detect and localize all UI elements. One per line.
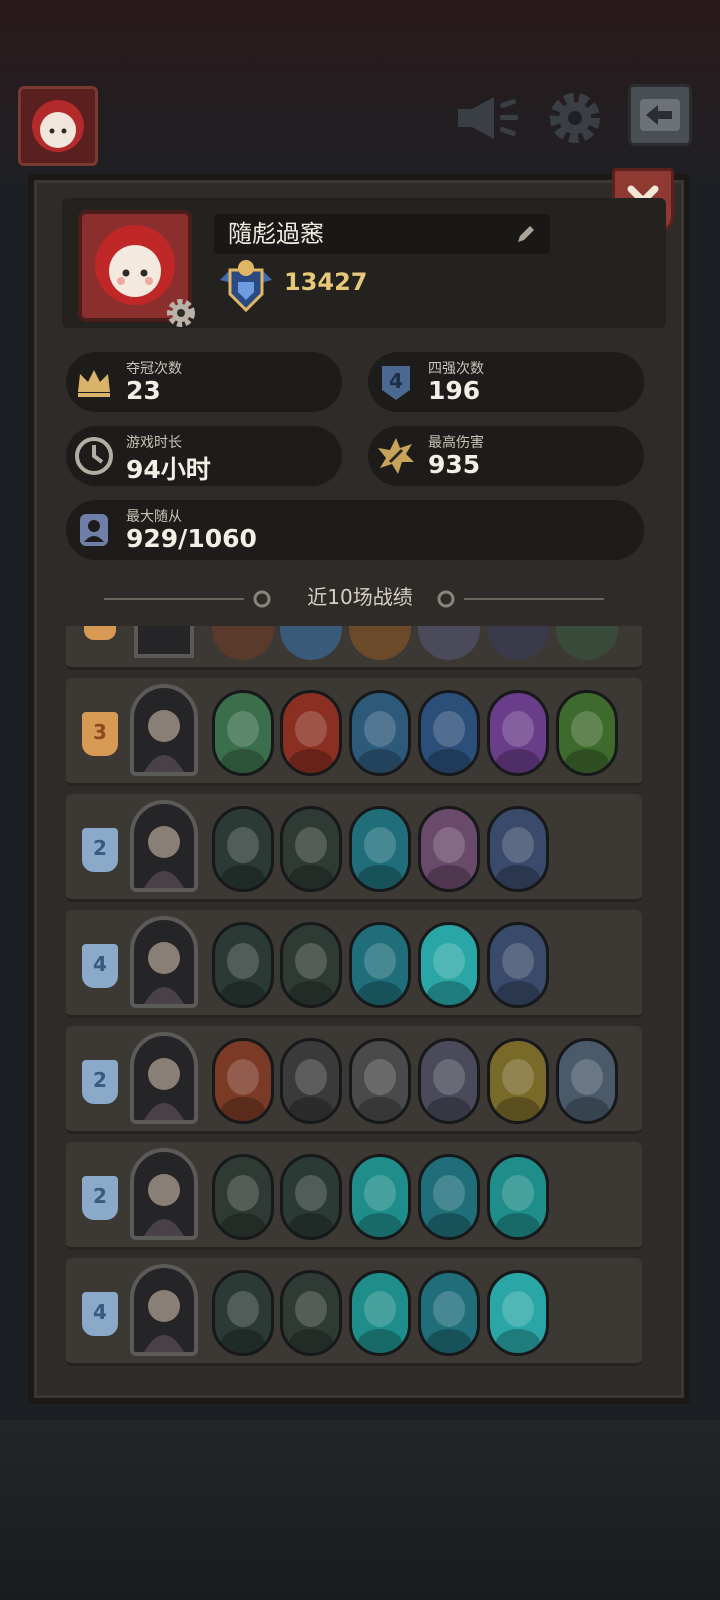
stat-value: 196 <box>428 376 481 405</box>
player-name: 隨彪過窸 <box>228 220 324 248</box>
unit-portrait <box>280 626 342 660</box>
stat-top4: 4 四强次数 196 <box>368 352 644 412</box>
stat-value: 929/1060 <box>126 524 257 553</box>
background-top <box>0 0 720 180</box>
back-arrow-icon <box>640 99 680 131</box>
rank-badge-icon <box>216 256 276 314</box>
match-row[interactable]: 2 <box>66 1142 642 1250</box>
unit-portrait <box>349 1038 411 1124</box>
unit-portrait <box>280 1270 342 1356</box>
stat-label: 最高伤害 <box>428 435 484 451</box>
unit-portrait <box>349 922 411 1008</box>
follower-icon <box>74 510 114 550</box>
unit-portrait <box>212 922 274 1008</box>
settings-gear-icon[interactable] <box>540 88 610 148</box>
unit-portrait <box>418 626 480 660</box>
match-row[interactable]: 4 <box>66 1258 642 1366</box>
unit-portrait <box>280 1154 342 1240</box>
unit-portrait <box>212 690 274 776</box>
unit-portrait <box>418 806 480 892</box>
unit-portrait <box>487 1038 549 1124</box>
placement-badge: 4 <box>82 944 118 988</box>
unit-portrait <box>487 806 549 892</box>
stat-max-followers: 最大随从 929/1060 <box>66 500 644 560</box>
avatar-face-icon <box>32 100 84 152</box>
placement-badge: 2 <box>82 1060 118 1104</box>
rank-score: 13427 <box>284 268 368 296</box>
unit-portrait <box>349 1270 411 1356</box>
stat-playtime: 游戏时长 94小时 <box>66 426 342 486</box>
unit-portrait <box>212 1270 274 1356</box>
clock-icon <box>74 436 114 476</box>
avatar-settings-icon[interactable] <box>164 296 198 330</box>
unit-portrait <box>212 1038 274 1124</box>
unit-portrait <box>487 626 549 660</box>
unit-portrait <box>418 1038 480 1124</box>
exit-button[interactable] <box>628 84 692 146</box>
hero-portrait <box>130 684 198 776</box>
unit-portrait <box>280 922 342 1008</box>
unit-portrait <box>487 690 549 776</box>
hero-portrait <box>130 916 198 1008</box>
match-row[interactable]: 2 <box>66 794 642 902</box>
unit-portrait <box>349 806 411 892</box>
crown-icon <box>74 362 114 402</box>
top4-shield-icon: 4 <box>376 362 416 402</box>
placement-badge: 2 <box>82 1176 118 1220</box>
stat-label: 四强次数 <box>428 361 484 377</box>
recent-matches-title: 近10场战绩 <box>307 585 413 609</box>
unit-portrait <box>280 1038 342 1124</box>
unit-portrait <box>487 1154 549 1240</box>
stat-value: 23 <box>126 376 161 405</box>
stat-max-damage: 最高伤害 935 <box>368 426 644 486</box>
placement-badge: 3 <box>82 712 118 756</box>
background-bottom <box>0 1420 720 1600</box>
match-row[interactable]: 2 <box>66 1026 642 1134</box>
stat-label: 夺冠次数 <box>126 361 182 377</box>
megaphone-icon[interactable] <box>452 88 522 148</box>
stat-label: 最大随从 <box>126 509 182 525</box>
hero-portrait <box>130 1148 198 1240</box>
damage-burst-icon <box>376 436 416 476</box>
unit-portrait <box>556 1038 618 1124</box>
stat-value: 935 <box>428 450 481 479</box>
match-row[interactable]: 3 <box>66 678 642 786</box>
unit-portrait <box>418 1270 480 1356</box>
unit-portrait <box>212 626 274 660</box>
stat-label: 游戏时长 <box>126 435 182 451</box>
unit-portrait <box>212 806 274 892</box>
unit-portrait <box>280 806 342 892</box>
unit-portrait <box>418 690 480 776</box>
placement-badge: 4 <box>82 1292 118 1336</box>
stat-value: 94小时 <box>126 455 211 484</box>
edit-name-icon[interactable] <box>514 222 538 246</box>
unit-portrait <box>487 922 549 1008</box>
match-row-partial[interactable] <box>66 626 642 670</box>
hero-portrait <box>134 626 194 658</box>
unit-portrait <box>487 1270 549 1356</box>
unit-portrait <box>349 690 411 776</box>
unit-portrait <box>556 690 618 776</box>
player-avatar-button[interactable] <box>18 86 98 166</box>
unit-portrait <box>418 1154 480 1240</box>
hero-portrait <box>130 800 198 892</box>
match-row[interactable]: 4 <box>66 910 642 1018</box>
unit-portrait <box>349 1154 411 1240</box>
unit-portrait <box>349 626 411 660</box>
unit-portrait <box>556 626 618 660</box>
placement-badge <box>84 626 116 640</box>
stat-championships: 夺冠次数 23 <box>66 352 342 412</box>
top4-badge-number: 4 <box>389 369 403 393</box>
hero-portrait <box>130 1032 198 1124</box>
unit-portrait <box>212 1154 274 1240</box>
unit-portrait <box>280 690 342 776</box>
unit-portrait <box>418 922 480 1008</box>
placement-badge: 2 <box>82 828 118 872</box>
hero-portrait <box>130 1264 198 1356</box>
